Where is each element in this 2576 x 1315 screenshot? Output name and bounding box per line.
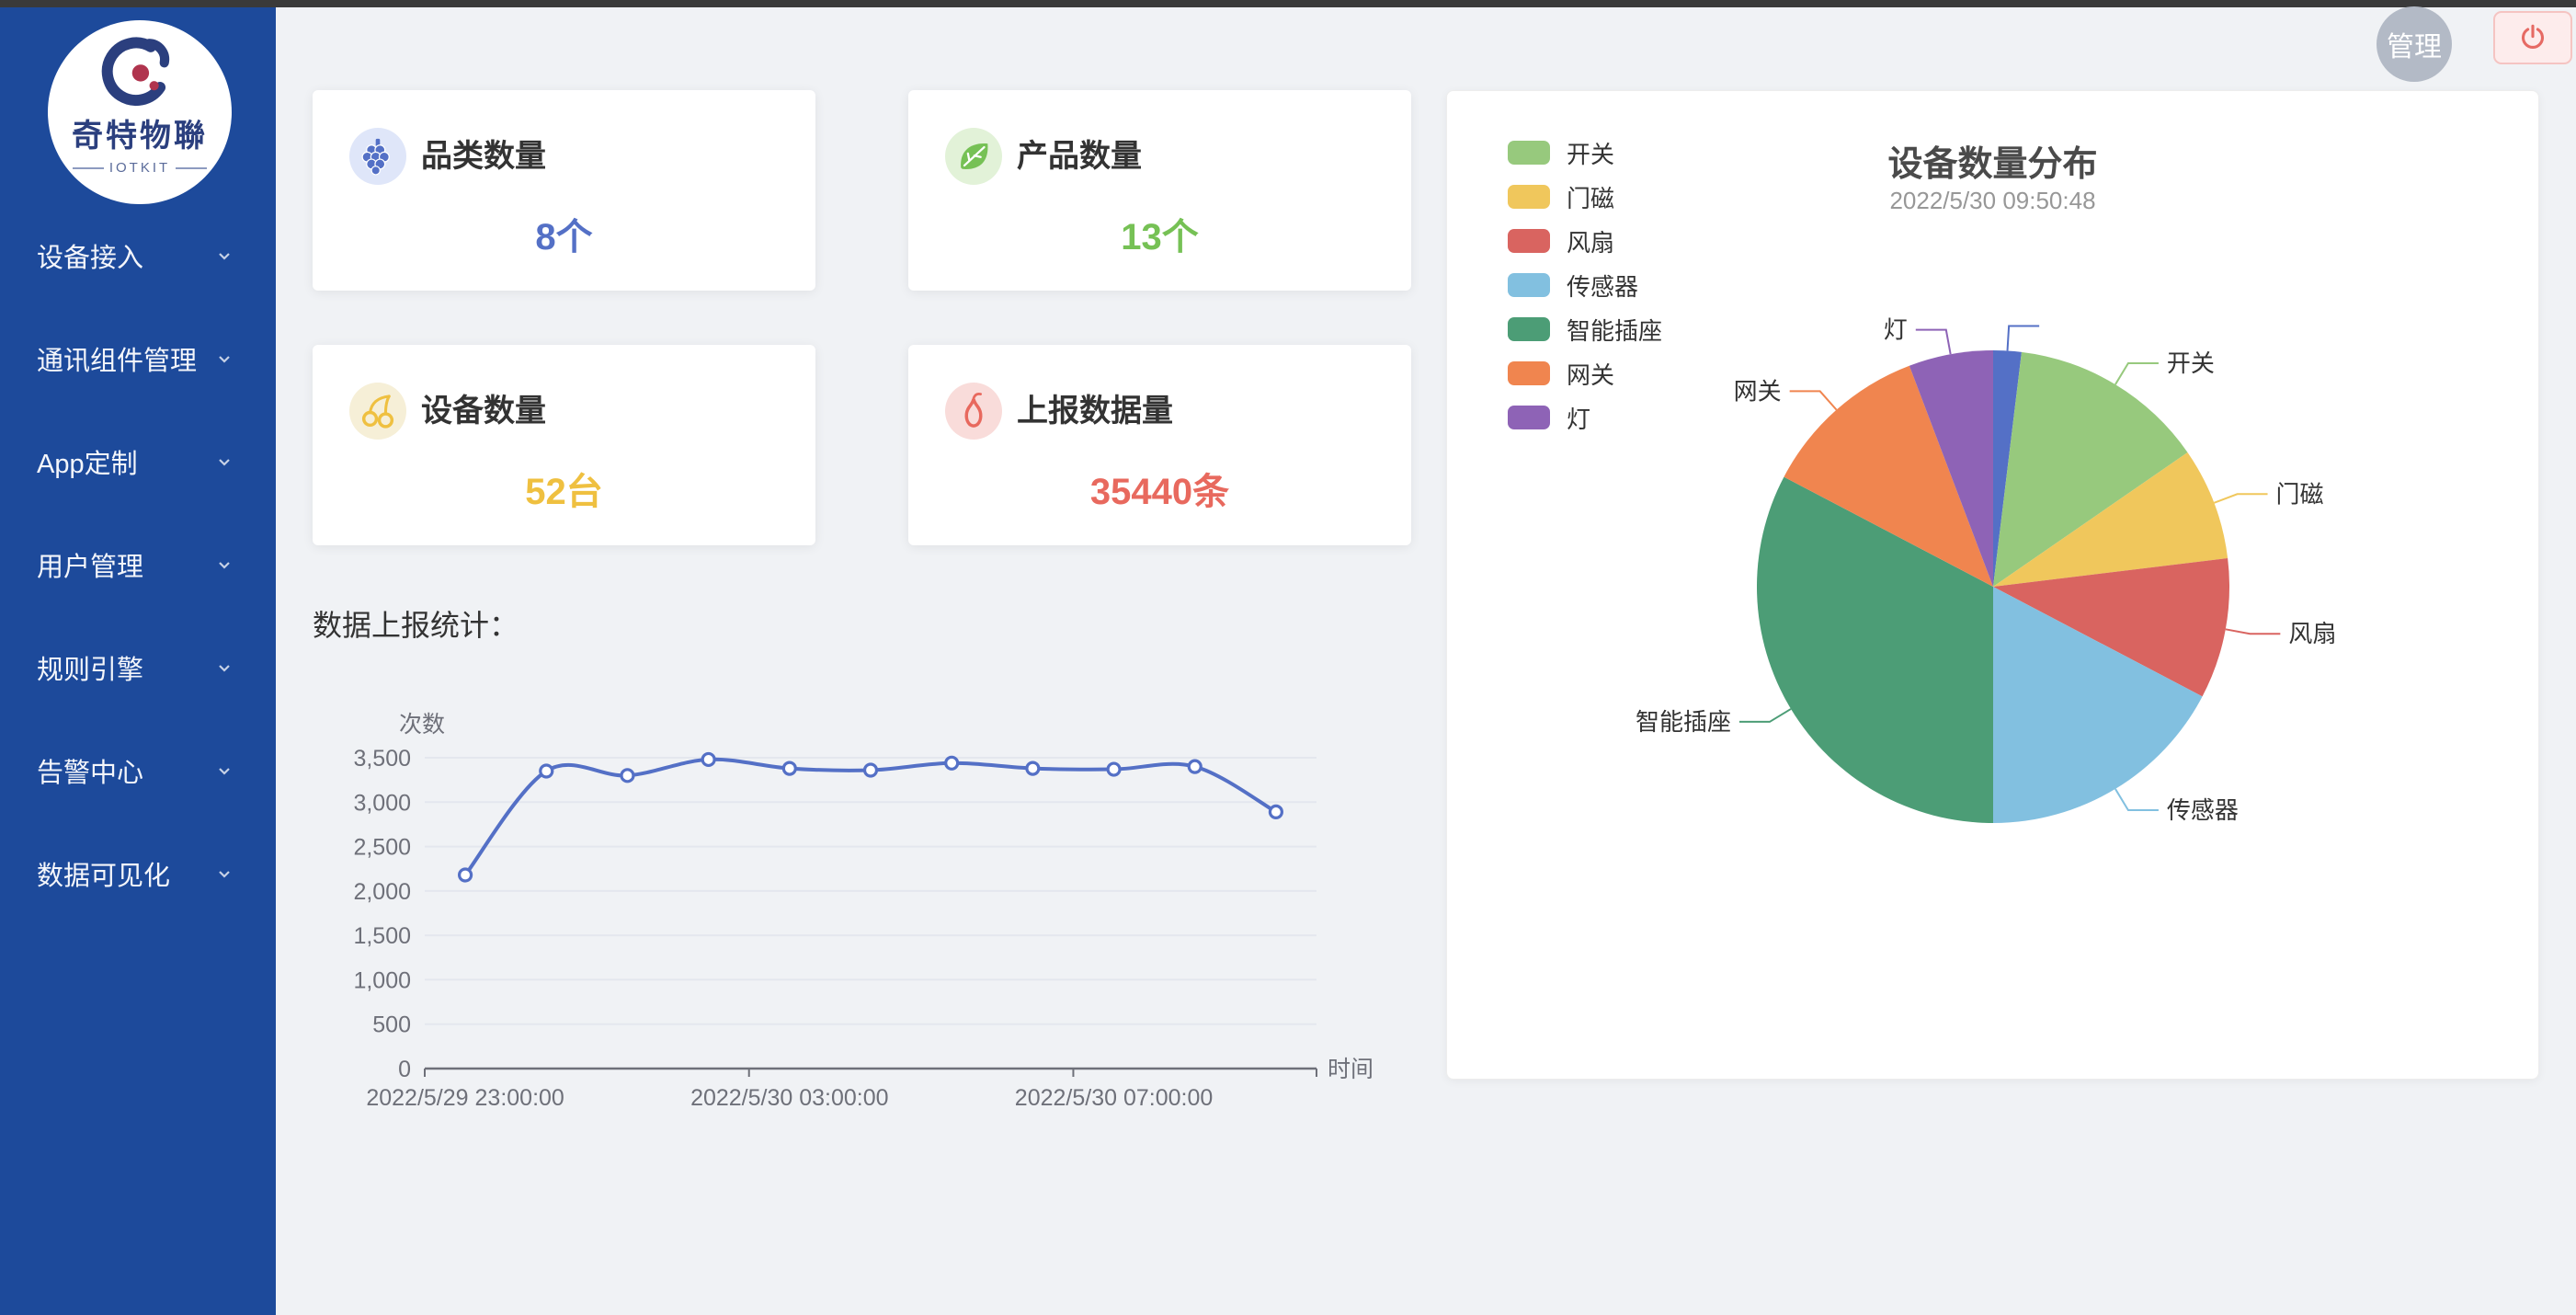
svg-text:灯: 灯 xyxy=(1884,316,1908,344)
svg-text:风扇: 风扇 xyxy=(2288,620,2336,647)
sidebar-item-app-custom[interactable]: App定制 xyxy=(0,436,276,487)
chevron-down-icon xyxy=(213,348,235,370)
svg-text:网关: 网关 xyxy=(1734,377,1782,405)
svg-text:0: 0 xyxy=(398,1057,411,1082)
sidebar-item-data-visualization[interactable]: 数据可见化 xyxy=(0,848,276,899)
stat-card-product-count: 产品数量 13个 xyxy=(908,90,1411,291)
iotkit-logo-icon xyxy=(97,35,182,120)
logout-button[interactable] xyxy=(2493,11,2572,64)
stat-title: 产品数量 xyxy=(1017,128,1142,185)
svg-text:1,500: 1,500 xyxy=(353,923,411,949)
stat-value: 52台 xyxy=(313,462,815,515)
device-distribution-card: 设备数量分布 2022/5/30 09:50:48 开关门磁风扇传感器智能插座网… xyxy=(1446,90,2539,1080)
brand-subtitle: IOTKIT xyxy=(67,160,212,176)
sidebar-item-label: 用户管理 xyxy=(37,545,143,584)
top-strip xyxy=(0,0,2576,7)
svg-text:2,500: 2,500 xyxy=(353,835,411,861)
sidebar-item-label: App定制 xyxy=(37,442,138,481)
svg-text:门磁: 门磁 xyxy=(2276,480,2324,508)
sidebar-item-user-management[interactable]: 用户管理 xyxy=(0,539,276,590)
chevron-down-icon xyxy=(213,451,235,473)
leaf-icon xyxy=(945,128,1002,185)
report-line-chart: 0 500 1,000 1,500 2,000 2,500 3,000 3,500 次数 2022… xyxy=(313,680,1416,1136)
sidebar-item-label: 告警中心 xyxy=(37,751,143,790)
chevron-down-icon xyxy=(213,554,235,576)
svg-text:500: 500 xyxy=(372,1012,411,1038)
stat-title: 设备数量 xyxy=(421,383,546,440)
chevron-down-icon xyxy=(213,760,235,782)
svg-text:传感器: 传感器 xyxy=(2167,796,2239,824)
stat-title: 品类数量 xyxy=(421,128,546,185)
sidebar-item-label: 设备接入 xyxy=(37,236,143,275)
dashboard-page: 奇特物聯 IOTKIT 设备接入通讯组件管理App定制用户管理规则引擎告警中心数… xyxy=(0,0,2576,1315)
svg-text:时间: 时间 xyxy=(1328,1057,1373,1082)
sidebar-item-label: 数据可见化 xyxy=(37,854,170,893)
chevron-down-icon xyxy=(213,245,235,267)
stat-card-category-count: 品类数量 8个 xyxy=(313,90,815,291)
power-icon xyxy=(2517,22,2548,53)
svg-text:1,000: 1,000 xyxy=(353,967,411,993)
svg-text:开关: 开关 xyxy=(2167,349,2215,377)
sidebar-item-alarm-center[interactable]: 告警中心 xyxy=(0,745,276,796)
sidebar-item-label: 规则引擎 xyxy=(37,648,143,687)
sidebar-item-comm-components[interactable]: 通讯组件管理 xyxy=(0,333,276,384)
stat-value: 35440条 xyxy=(908,462,1411,515)
chevron-down-icon xyxy=(213,657,235,679)
stat-card-device-count: 设备数量 52台 xyxy=(313,345,815,545)
cherries-icon xyxy=(349,383,406,440)
svg-text:次数: 次数 xyxy=(399,712,445,738)
device-pie-chart: 开关门磁风扇传感器 智能插座 网关 灯 xyxy=(1447,91,2538,1079)
chevron-down-icon xyxy=(213,863,235,885)
sidebar-item-device-access[interactable]: 设备接入 xyxy=(0,230,276,281)
stat-value: 8个 xyxy=(313,207,815,260)
svg-text:2,000: 2,000 xyxy=(353,879,411,905)
brand-rule-left xyxy=(73,167,104,169)
sidebar-item-rule-engine[interactable]: 规则引擎 xyxy=(0,642,276,693)
stat-title: 上报数据量 xyxy=(1017,383,1173,440)
sidebar-item-label: 通讯组件管理 xyxy=(37,339,197,378)
stat-card-report-count: 上报数据量 35440条 xyxy=(908,345,1411,545)
pear-icon xyxy=(945,383,1002,440)
svg-text:3,000: 3,000 xyxy=(353,790,411,816)
brand-name: 奇特物聯 xyxy=(72,120,208,153)
svg-text:2022/5/29 23:00:00: 2022/5/29 23:00:00 xyxy=(366,1085,564,1111)
sidebar-nav: 设备接入通讯组件管理 App定制用户管理规则引擎告警中心数据可见化 xyxy=(0,230,276,951)
svg-text:3,500: 3,500 xyxy=(353,746,411,772)
stat-value: 13个 xyxy=(908,207,1411,260)
brand-rule-right xyxy=(176,167,207,169)
line-section-title: 数据上报统计： xyxy=(313,602,519,645)
sidebar: 奇特物聯 IOTKIT 设备接入通讯组件管理 App定制用户管理规则引擎告警中心数… xyxy=(0,7,276,1315)
svg-text:智能插座: 智能插座 xyxy=(1636,708,1731,736)
avatar[interactable]: 管理 xyxy=(2377,6,2452,82)
svg-text:2022/5/30 03:00:00: 2022/5/30 03:00:00 xyxy=(690,1085,888,1111)
brand-logo: 奇特物聯 IOTKIT xyxy=(48,20,232,204)
grapes-icon xyxy=(349,128,406,185)
svg-text:2022/5/30 07:00:00: 2022/5/30 07:00:00 xyxy=(1015,1085,1213,1111)
